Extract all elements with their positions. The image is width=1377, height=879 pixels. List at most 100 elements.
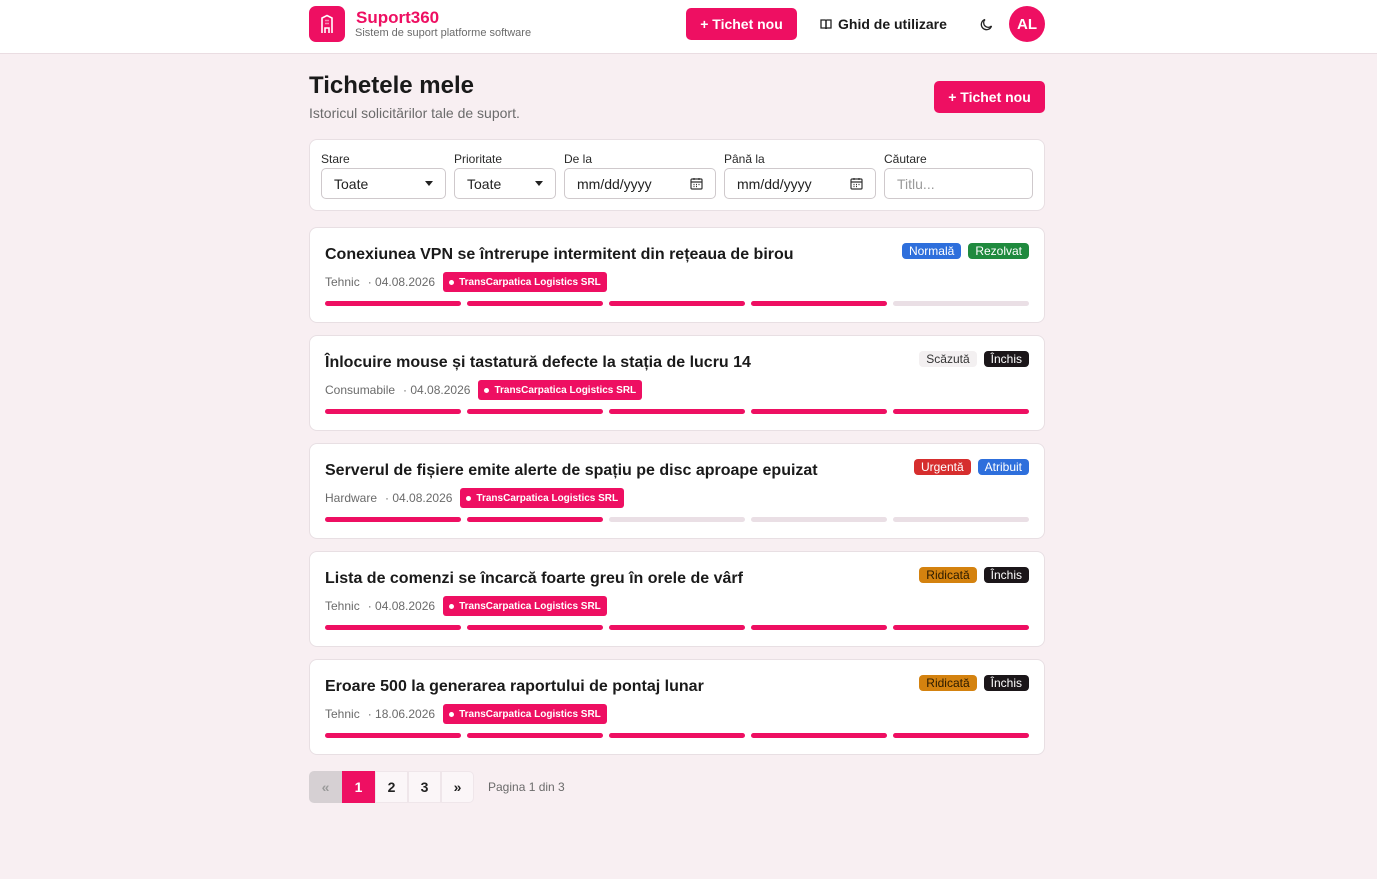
progress-step <box>609 625 745 630</box>
ticket-date: · 04.08.2026 <box>367 599 436 613</box>
date-from-label: De la <box>564 152 593 166</box>
company-name: TransCarpatica Logistics SRL <box>459 600 601 612</box>
calendar-icon[interactable] <box>850 177 863 190</box>
ticket-badges: Ridicată Închis <box>919 567 1029 583</box>
dot-icon <box>466 495 472 501</box>
next-page-button[interactable]: » <box>441 771 474 803</box>
progress-step <box>467 625 603 630</box>
ticket-title[interactable]: Înlocuire mouse și tastatură defecte la … <box>325 354 751 372</box>
user-guide-link[interactable]: Ghid de utilizare <box>820 16 947 32</box>
progress-step <box>467 409 603 414</box>
chevron-down-icon <box>425 181 433 186</box>
progress-step <box>751 517 887 522</box>
company-badge: TransCarpatica Logistics SRL <box>443 704 607 724</box>
page-button-3[interactable]: 3 <box>408 771 441 803</box>
dot-icon <box>449 603 455 609</box>
company-badge: TransCarpatica Logistics SRL <box>460 488 625 508</box>
ticket-date: · 18.06.2026 <box>367 707 436 721</box>
status-badge: Închis <box>983 675 1029 691</box>
pagination: « 1 2 3 » <box>309 771 474 803</box>
date-from-placeholder: mm/dd/yyyy <box>577 175 652 192</box>
priority-badge: Ridicată <box>919 567 977 583</box>
page-subtitle: Istoricul solicitărilor tale de suport. <box>309 105 520 121</box>
progress-step <box>467 301 603 306</box>
page-button-1[interactable]: 1 <box>342 771 375 803</box>
dot-icon <box>484 387 490 393</box>
logo[interactable] <box>309 6 345 42</box>
status-select[interactable]: Toate <box>321 168 446 199</box>
status-filter-label: Stare <box>321 152 350 166</box>
ticket-date: · 04.08.2026 <box>385 491 453 505</box>
progress-step <box>893 301 1029 306</box>
brand-subtitle: Sistem de suport platforme software <box>355 27 532 39</box>
progress-step <box>609 517 745 522</box>
status-badge: Închis <box>983 567 1029 583</box>
ticket-category: Tehnic <box>325 275 360 289</box>
ticket-meta: Consumabile · 04.08.2026 TransCarpatica … <box>325 380 643 400</box>
building-icon <box>321 14 333 33</box>
progress-step <box>893 517 1029 522</box>
ticket-card[interactable]: Înlocuire mouse și tastatură defecte la … <box>309 335 1045 431</box>
ticket-title[interactable]: Lista de comenzi se încarcă foarte greu … <box>325 570 743 588</box>
progress-step <box>751 409 887 414</box>
priority-badge: Ridicată <box>919 675 977 691</box>
priority-badge: Urgentă <box>913 459 971 475</box>
header-new-ticket-button[interactable]: + Tichet nou <box>686 8 797 40</box>
ticket-progress <box>325 301 1029 306</box>
ticket-badges: Ridicată Închis <box>919 675 1029 691</box>
progress-step <box>467 733 603 738</box>
company-name: TransCarpatica Logistics SRL <box>494 384 637 396</box>
priority-select-value: Toate <box>467 175 502 192</box>
company-badge: TransCarpatica Logistics SRL <box>478 380 643 400</box>
progress-step <box>893 409 1029 414</box>
dot-icon <box>449 711 455 717</box>
ticket-title[interactable]: Serverul de fișiere emite alerte de spaț… <box>325 462 818 480</box>
dark-mode-toggle[interactable] <box>977 15 995 33</box>
ticket-category: Tehnic <box>325 707 360 721</box>
search-input[interactable]: Titlu... <box>884 168 1033 199</box>
progress-step <box>751 301 887 306</box>
ticket-card[interactable]: Conexiunea VPN se întrerupe intermitent … <box>309 227 1045 323</box>
company-name: TransCarpatica Logistics SRL <box>476 492 619 504</box>
company-badge: TransCarpatica Logistics SRL <box>443 272 607 292</box>
progress-step <box>751 733 887 738</box>
ticket-badges: Scăzută Închis <box>919 351 1029 367</box>
company-badge: TransCarpatica Logistics SRL <box>443 596 607 616</box>
ticket-title[interactable]: Conexiunea VPN se întrerupe intermitent … <box>325 246 794 264</box>
ticket-card[interactable]: Lista de comenzi se încarcă foarte greu … <box>309 551 1045 647</box>
ticket-category: Hardware <box>325 491 378 505</box>
ticket-badges: Urgentă Atribuit <box>913 459 1029 475</box>
priority-select[interactable]: Toate <box>454 168 556 199</box>
company-name: TransCarpatica Logistics SRL <box>459 276 601 288</box>
date-from-input[interactable]: mm/dd/yyyy <box>564 168 716 199</box>
new-ticket-button[interactable]: + Tichet nou <box>934 81 1045 113</box>
calendar-icon[interactable] <box>690 177 703 190</box>
ticket-meta: Tehnic · 04.08.2026 TransCarpatica Logis… <box>325 272 607 292</box>
user-avatar[interactable]: AL <box>1009 6 1045 42</box>
ticket-meta: Hardware · 04.08.2026 TransCarpatica Log… <box>325 488 625 508</box>
ticket-badges: Normală Rezolvat <box>901 243 1029 259</box>
progress-step <box>609 733 745 738</box>
progress-step <box>609 409 745 414</box>
prev-page-button[interactable]: « <box>309 771 342 803</box>
ticket-card[interactable]: Serverul de fișiere emite alerte de spaț… <box>309 443 1045 539</box>
progress-step <box>609 301 745 306</box>
priority-badge: Scăzută <box>919 351 977 367</box>
ticket-category: Consumabile <box>325 383 396 397</box>
page-button-2[interactable]: 2 <box>375 771 408 803</box>
ticket-card[interactable]: Eroare 500 la generarea raportului de po… <box>309 659 1045 755</box>
ticket-date: · 04.08.2026 <box>367 275 436 289</box>
brand-name: Suport360 <box>356 8 440 27</box>
search-placeholder: Titlu... <box>897 175 935 192</box>
progress-step <box>893 625 1029 630</box>
date-to-input[interactable]: mm/dd/yyyy <box>724 168 876 199</box>
ticket-title[interactable]: Eroare 500 la generarea raportului de po… <box>325 678 704 696</box>
priority-badge: Normală <box>901 243 962 259</box>
progress-step <box>751 625 887 630</box>
date-to-placeholder: mm/dd/yyyy <box>737 175 812 192</box>
ticket-meta: Tehnic · 04.08.2026 TransCarpatica Logis… <box>325 596 607 616</box>
ticket-progress <box>325 625 1029 630</box>
ticket-date: · 04.08.2026 <box>403 383 471 397</box>
status-badge: Rezolvat <box>968 243 1029 259</box>
progress-step <box>893 733 1029 738</box>
